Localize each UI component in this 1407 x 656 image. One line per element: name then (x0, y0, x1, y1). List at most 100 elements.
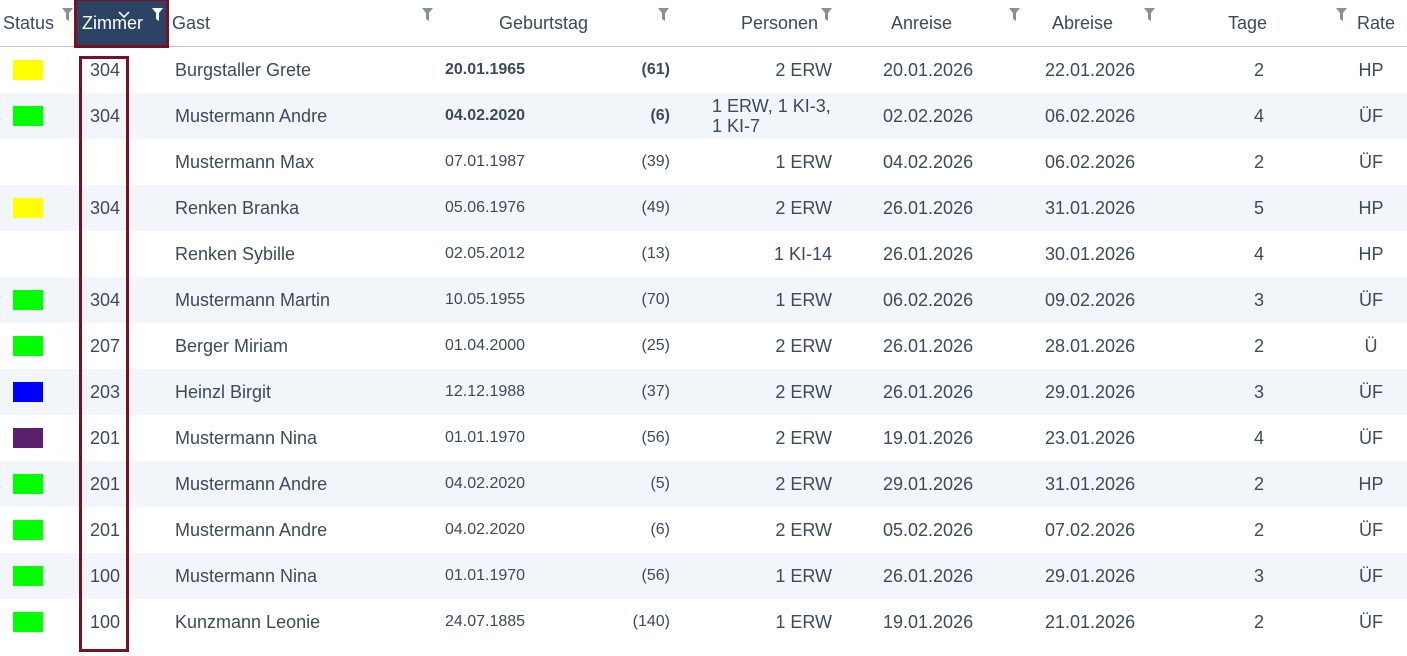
status-swatch (13, 244, 43, 264)
cell-alter: (70) (641, 291, 670, 308)
cell-tage: 3 (1253, 565, 1264, 586)
cell-gast: Mustermann Andre (175, 473, 328, 494)
column-label-abreise: Abreise (1052, 12, 1114, 33)
cell-zimmer (80, 139, 120, 185)
filter-icon[interactable] (1336, 8, 1347, 22)
table-row[interactable]: 203 Heinzl Birgit 12.12.1988 (37) 2 ERW 26.01… (0, 369, 1407, 415)
cell-rate: Ü (1364, 335, 1378, 356)
cell-rate: ÜF (1359, 289, 1383, 310)
table-row[interactable]: 304 Renken Branka 05.06.1976 (49) 2 ERW 26.01… (0, 185, 1407, 231)
cell-geburtstag: 24.07.1885 (445, 613, 526, 630)
cell-personen: 2 ERW (775, 381, 832, 402)
filter-icon[interactable] (152, 8, 163, 22)
cell-alter: (13) (641, 245, 670, 262)
filter-icon[interactable] (422, 8, 433, 22)
column-header-rate[interactable]: Rate (1350, 0, 1407, 46)
status-swatch (13, 152, 43, 172)
cell-anreise: 26.01.2026 (883, 243, 974, 264)
column-header-personen[interactable]: Personen (680, 0, 838, 46)
filter-icon[interactable] (821, 8, 832, 22)
cell-rate: HP (1358, 473, 1384, 494)
cell-gast: Renken Sybille (175, 243, 296, 264)
cell-tage: 4 (1253, 105, 1264, 126)
cell-anreise: 19.01.2026 (883, 427, 974, 448)
cell-abreise: 21.01.2026 (1045, 611, 1136, 632)
cell-personen: 1 ERW (775, 565, 832, 586)
column-header-zimmer[interactable]: Zimmer (74, 0, 169, 48)
cell-gast: Renken Branka (175, 197, 300, 218)
column-label-personen: Personen (740, 12, 818, 33)
cell-zimmer: 201 (89, 519, 120, 540)
cell-tage: 2 (1253, 611, 1264, 632)
table-row[interactable]: 201 Mustermann Nina 01.01.1970 (56) 2 ERW 19.… (0, 415, 1407, 461)
cell-abreise: 06.02.2026 (1045, 105, 1136, 126)
filter-icon[interactable] (1144, 8, 1155, 22)
status-swatch (13, 60, 43, 80)
cell-anreise: 26.01.2026 (883, 335, 974, 356)
cell-anreise: 20.01.2026 (883, 59, 974, 80)
cell-anreise: 29.01.2026 (883, 473, 974, 494)
table-row[interactable]: Mustermann Max 07.01.1987 (39) 1 ERW 04.02.2… (0, 139, 1407, 185)
cell-abreise: 07.02.2026 (1045, 519, 1136, 540)
column-header-gast[interactable]: Gast (172, 0, 442, 46)
cell-zimmer (80, 231, 120, 277)
filter-icon[interactable] (658, 8, 669, 22)
filter-icon[interactable] (1009, 8, 1020, 22)
cell-personen: 1 ERW (775, 151, 832, 172)
cell-zimmer: 304 (89, 289, 120, 310)
cell-rate: HP (1358, 59, 1384, 80)
cell-tage: 2 (1253, 151, 1264, 172)
cell-alter: (56) (641, 567, 670, 584)
filter-icon[interactable] (62, 8, 73, 22)
table-row[interactable]: 100 Mustermann Nina 01.01.1970 (56) 1 ERW 26.… (0, 553, 1407, 599)
cell-gast: Mustermann Martin (175, 289, 331, 310)
table-row[interactable]: 201 Mustermann Andre 04.02.2020 (5) 2 ERW 29.… (0, 461, 1407, 507)
cell-geburtstag: 01.01.1970 (445, 429, 526, 446)
status-swatch (13, 290, 43, 310)
cell-gast: Mustermann Andre (175, 105, 328, 126)
cell-geburtstag: 04.02.2020 (445, 521, 526, 538)
cell-tage: 3 (1253, 289, 1264, 310)
cell-geburtstag: 01.01.1970 (445, 567, 526, 584)
column-header-anreise[interactable]: Anreise (860, 0, 1025, 46)
column-header-abreise[interactable]: Abreise (1030, 0, 1160, 46)
cell-tage: 2 (1253, 59, 1264, 80)
cell-abreise: 09.02.2026 (1045, 289, 1136, 310)
cell-personen: 2 ERW (775, 519, 832, 540)
status-swatch (13, 106, 43, 126)
table-row[interactable]: 100 Kunzmann Leonie 24.07.1885 (140) 1 ERW 19… (0, 599, 1407, 645)
column-label-status: Status (3, 12, 55, 33)
cell-geburtstag: 02.05.2012 (445, 245, 526, 262)
column-label-tage: Tage (1228, 12, 1268, 33)
cell-alter: (6) (650, 107, 670, 124)
table-row[interactable]: 201 Mustermann Andre 04.02.2020 (6) 2 ERW 05.… (0, 507, 1407, 553)
cell-tage: 4 (1253, 427, 1264, 448)
cell-rate: HP (1358, 243, 1384, 264)
column-header-geburtstag[interactable]: Geburtstag (440, 0, 676, 46)
cell-tage: 4 (1253, 243, 1264, 264)
cell-alter: (5) (650, 475, 670, 492)
cell-gast: Mustermann Max (175, 151, 315, 172)
cell-zimmer: 207 (89, 335, 120, 356)
column-header-tage[interactable]: Tage (1165, 0, 1350, 46)
cell-abreise: 31.01.2026 (1045, 473, 1136, 494)
table-row[interactable]: 304 Mustermann Andre 04.02.2020 (6) 1 ERW, 1… (0, 93, 1407, 139)
cell-abreise: 28.01.2026 (1045, 335, 1136, 356)
cell-alter: (37) (641, 383, 670, 400)
cell-alter: (39) (641, 153, 670, 170)
column-header-status[interactable]: Status (3, 0, 73, 46)
cell-anreise: 26.01.2026 (883, 565, 974, 586)
cell-personen: 2 ERW (775, 335, 832, 356)
table-row[interactable]: 207 Berger Miriam 01.04.2000 (25) 2 ERW 26.01… (0, 323, 1407, 369)
cell-gast: Burgstaller Grete (175, 59, 312, 80)
cell-tage: 5 (1253, 197, 1264, 218)
cell-tage: 3 (1253, 381, 1264, 402)
cell-anreise: 06.02.2026 (883, 289, 974, 310)
cell-rate: HP (1358, 197, 1384, 218)
table-row[interactable]: 304 Burgstaller Grete 20.01.1965 (61) 2 ERW 2… (0, 47, 1407, 93)
table-row[interactable]: Renken Sybille 02.05.2012 (13) 1 KI-14 26.01… (0, 231, 1407, 277)
cell-geburtstag: 10.05.1955 (445, 291, 526, 308)
cell-tage: 2 (1253, 473, 1264, 494)
table-row[interactable]: 304 Mustermann Martin 10.05.1955 (70) 1 ERW 0… (0, 277, 1407, 323)
cell-zimmer: 201 (89, 427, 120, 448)
